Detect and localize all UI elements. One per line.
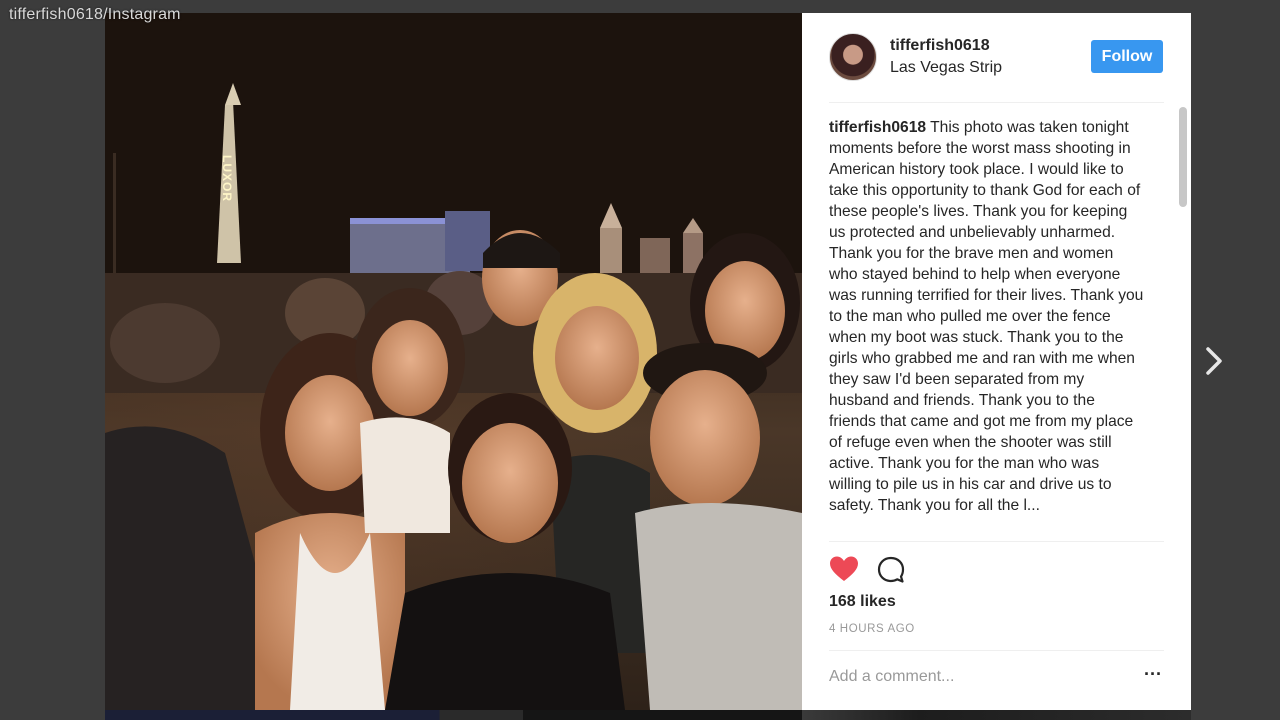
post-timestamp: 4 HOURS AGO (829, 623, 915, 635)
divider (829, 102, 1164, 103)
photo-illustration: LUXOR (105, 13, 802, 710)
caption-text: This photo was taken tonight moments bef… (829, 119, 1144, 514)
divider (829, 541, 1164, 542)
likes-count[interactable]: 168 likes (829, 593, 896, 611)
post-side-panel: tifferfish0618 Las Vegas Strip Follow ti… (802, 13, 1191, 710)
avatar[interactable] (829, 33, 877, 81)
post-caption: tifferfish0618 This photo was taken toni… (829, 117, 1144, 516)
post-header: tifferfish0618 Las Vegas Strip Follow (802, 13, 1191, 103)
bottom-strip (105, 710, 802, 720)
post-location[interactable]: Las Vegas Strip (890, 59, 1002, 77)
more-options-icon[interactable]: ··· (1142, 665, 1164, 685)
post-username[interactable]: tifferfish0618 (890, 37, 990, 55)
luxor-sign: LUXOR (220, 155, 234, 202)
caption-scrollbar[interactable] (1178, 107, 1188, 541)
comment-input[interactable] (829, 665, 1129, 689)
follow-button[interactable]: Follow (1091, 40, 1163, 73)
caption-container[interactable]: tifferfish0618 This photo was taken toni… (829, 117, 1172, 541)
chevron-right-icon[interactable] (1200, 343, 1228, 379)
heart-icon[interactable] (829, 555, 859, 583)
scrollbar-thumb[interactable] (1179, 107, 1187, 207)
post-photo: LUXOR (105, 13, 802, 710)
bottom-strip-right (802, 710, 1191, 720)
comment-icon[interactable] (876, 555, 906, 585)
divider (829, 650, 1164, 651)
source-watermark: tifferfish0618/Instagram (9, 6, 181, 23)
caption-username[interactable]: tifferfish0618 (829, 119, 926, 136)
